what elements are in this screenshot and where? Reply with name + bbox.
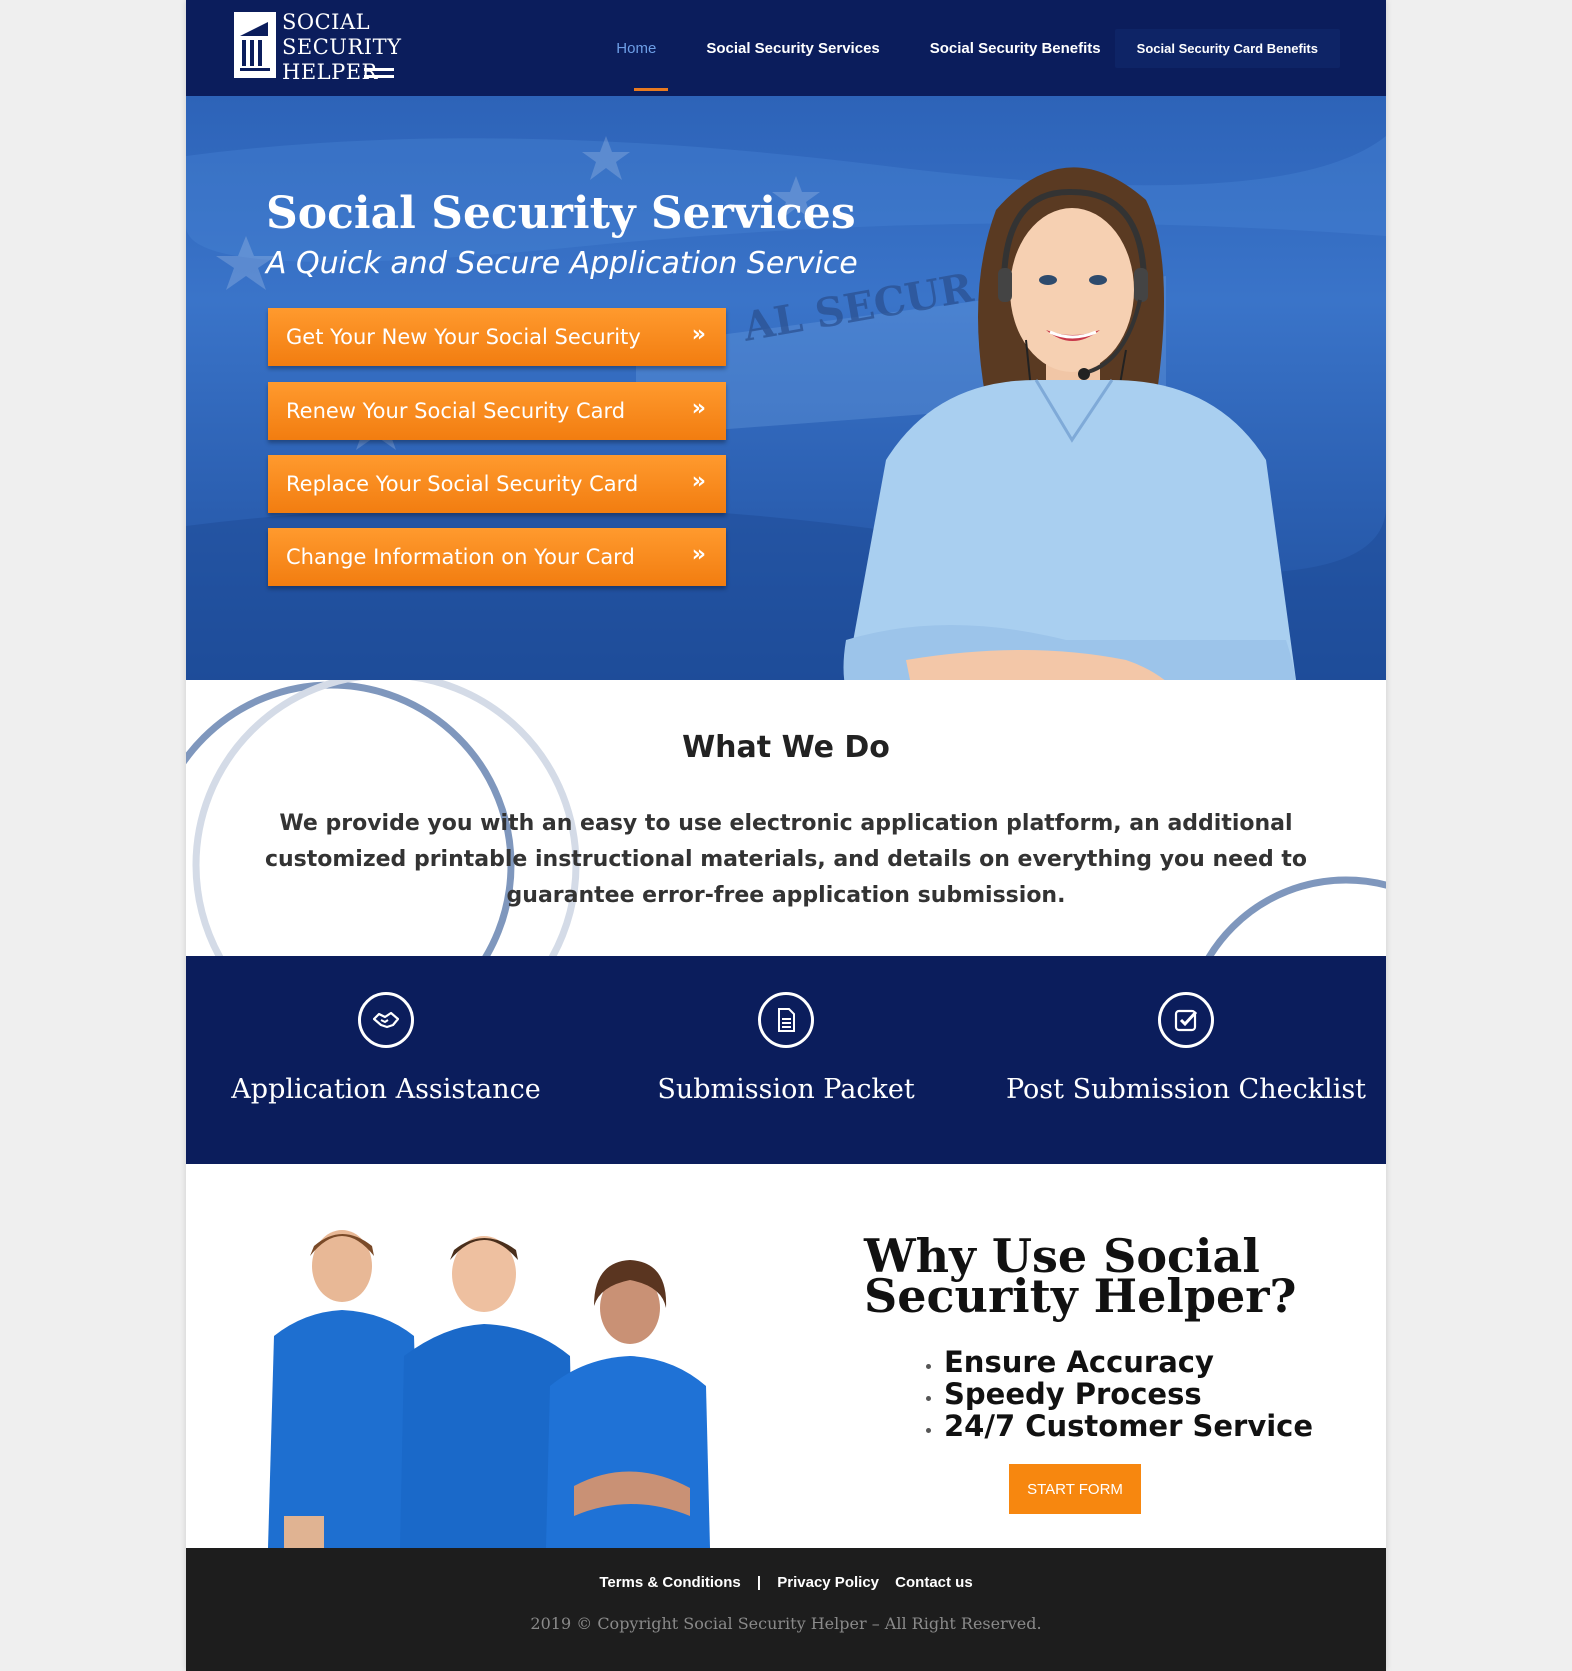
start-form-button[interactable]: START FORM [1009,1464,1141,1514]
document-icon [758,992,814,1048]
why-list: Ensure Accuracy Speedy Process 24/7 Cust… [926,1346,1313,1442]
double-chevron-icon: » [691,396,706,421]
terms-link[interactable]: Terms & Conditions [599,1574,740,1591]
list-item: 24/7 Customer Service [926,1410,1313,1442]
why-title: Why Use Social Security Helper? [864,1229,1297,1323]
logo-lines [364,68,394,82]
feature-submission-packet[interactable]: Submission Packet [586,956,986,1164]
list-item: Ensure Accuracy [926,1346,1313,1378]
feature-title: Application Assistance [231,1074,541,1105]
checkbox-icon [1158,992,1214,1048]
hero-banner: AL SECUR Social Security Services A Quic… [186,96,1386,680]
replace-card-button[interactable]: Replace Your Social Security Card » [268,455,726,513]
feature-title: Post Submission Checklist [1005,1074,1367,1105]
section-title: What We Do [682,730,890,765]
page: SOCIAL SECURITY HELPER Home Social Secur… [186,0,1386,1671]
site-footer: Terms & Conditions | Privacy Policy Cont… [186,1548,1386,1671]
change-information-button[interactable]: Change Information on Your Card » [268,528,726,586]
why-section: Why Use Social Security Helper? Ensure A… [186,1164,1386,1548]
get-new-card-button[interactable]: Get Your New Your Social Security » [268,308,726,366]
features-band: Application Assistance Submission Packet [186,956,1386,1164]
double-chevron-icon: » [691,469,706,494]
copyright-text: 2019 © Copyright Social Security Helper … [530,1614,1042,1633]
double-chevron-icon: » [691,322,706,347]
logo-building-icon [234,12,276,78]
section-description: We provide you with an easy to use elect… [264,811,1308,908]
feature-post-submission-checklist[interactable]: Post Submission Checklist [986,956,1386,1164]
handshake-icon [358,992,414,1048]
what-we-do-section: What We Do We provide you with an easy t… [186,680,1386,956]
support-team-image [268,1230,710,1548]
nav-home[interactable]: Home [616,40,669,91]
site-header: SOCIAL SECURITY HELPER Home Social Secur… [186,0,1386,96]
privacy-link[interactable]: Privacy Policy [777,1574,879,1591]
footer-links: Terms & Conditions | Privacy Policy Cont… [186,1574,1386,1591]
double-chevron-icon: » [691,542,706,567]
nav-social-security-benefits[interactable]: Social Security Benefits [930,40,1101,57]
main-nav: Home Social Security Services Social Sec… [566,20,1340,91]
hero-title: Social Security Services [266,188,856,239]
nav-social-security-services[interactable]: Social Security Services [706,40,879,57]
customer-service-agent-image [843,167,1296,680]
contact-link[interactable]: Contact us [895,1574,973,1591]
logo[interactable]: SOCIAL SECURITY HELPER [234,10,404,84]
hero-subtitle: A Quick and Secure Application Service [266,246,858,281]
renew-card-button[interactable]: Renew Your Social Security Card » [268,382,726,440]
list-item: Speedy Process [926,1378,1313,1410]
nav-social-security-card-benefits[interactable]: Social Security Card Benefits [1114,28,1340,68]
feature-title: Submission Packet [657,1074,915,1105]
divider: | [756,1574,762,1591]
feature-application-assistance[interactable]: Application Assistance [186,956,586,1164]
